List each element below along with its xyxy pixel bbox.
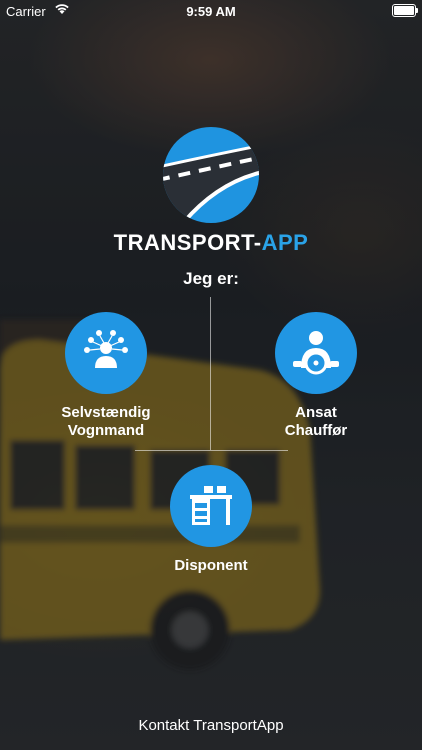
role-label: Disponent bbox=[141, 557, 281, 575]
role-button-circle[interactable] bbox=[65, 312, 147, 394]
role-button-circle[interactable] bbox=[170, 465, 252, 547]
divider-vertical bbox=[210, 297, 211, 450]
divider-horizontal bbox=[135, 450, 288, 451]
role-label: Ansat Chauffør bbox=[246, 404, 386, 440]
role-label-line1: Selvstændig bbox=[61, 404, 151, 421]
role-option-disponent[interactable]: Disponent bbox=[141, 465, 281, 575]
role-label-line1: Ansat bbox=[295, 404, 337, 421]
brand-name: TRANSPORT-APP bbox=[0, 230, 422, 256]
role-option-selvstaendig-vognmand[interactable]: Selvstændig Vognmand bbox=[36, 312, 176, 440]
driver-steering-wheel-icon bbox=[293, 331, 339, 375]
road-logo-icon bbox=[163, 127, 259, 223]
status-time: 9:59 AM bbox=[186, 4, 236, 19]
role-label-line2: Chauffør bbox=[284, 422, 348, 439]
status-bar: Carrier 9:59 AM bbox=[0, 0, 422, 22]
brand-name-part1: TRANSPORT- bbox=[113, 230, 262, 255]
role-option-ansat-chauffoer[interactable]: Ansat Chauffør bbox=[246, 312, 386, 440]
role-prompt: Jeg er: bbox=[183, 269, 239, 288]
network-person-icon bbox=[84, 330, 128, 368]
role-label-line1: Disponent bbox=[174, 557, 248, 574]
contact-link[interactable]: Kontakt TransportApp bbox=[0, 717, 422, 734]
brand-name-part2: APP bbox=[261, 230, 309, 255]
role-button-circle[interactable] bbox=[275, 312, 357, 394]
battery-icon bbox=[392, 4, 418, 17]
desk-icon bbox=[190, 486, 232, 525]
role-label-line2: Vognmand bbox=[67, 422, 145, 439]
role-label: Selvstændig Vognmand bbox=[36, 404, 176, 440]
